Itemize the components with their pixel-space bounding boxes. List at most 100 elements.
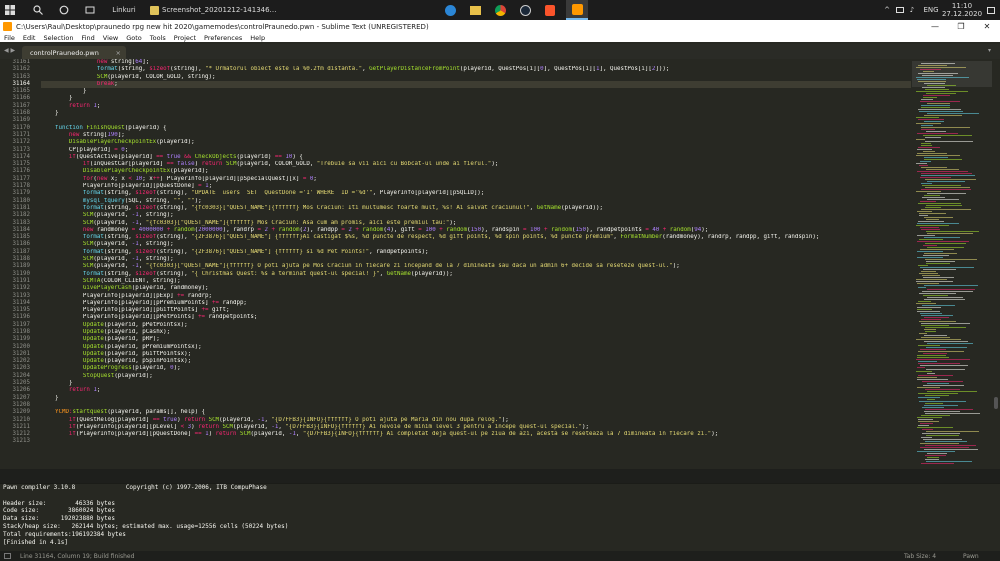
code-line[interactable]: Update(playerid, pCashx);: [41, 329, 911, 336]
code-line[interactable]: format(string, sizeof(string), "{2F3876}…: [41, 234, 911, 241]
code-line[interactable]: SCM(playerid, -1, "{fc0303}["QUEST_NAME"…: [41, 263, 911, 270]
code-line[interactable]: for(new x; x < 10; x++) PlayerInfo[playe…: [41, 176, 911, 183]
code-line[interactable]: function FinishQuest(playerid) {: [41, 125, 911, 132]
minimap-stroke: [917, 367, 925, 368]
code-line[interactable]: PlayerInfo[playerid][pGiftPoints] += gif…: [41, 307, 911, 314]
close-button[interactable]: ✕: [974, 20, 1000, 33]
code-line[interactable]: new string[64];: [41, 59, 911, 66]
code-line[interactable]: mysql_tquery(SQL, string, "", "");: [41, 198, 911, 205]
code-line[interactable]: Update(playerid, pRP);: [41, 336, 911, 343]
tab-dropdown-icon[interactable]: ▾: [988, 47, 991, 54]
code-line[interactable]: UpdateProgress(playerid, 0);: [41, 365, 911, 372]
menu-project[interactable]: Project: [170, 34, 200, 42]
code-line[interactable]: PlayerInfo[playerid][pPremiumPoints] += …: [41, 300, 911, 307]
taskbar-linkuri[interactable]: Linkuri: [104, 0, 144, 20]
taskbar-screenshot-window[interactable]: Screenshot_20201212-141346…: [150, 0, 280, 20]
code-token: , string);: [138, 256, 174, 263]
code-line[interactable]: [41, 117, 911, 124]
code-line[interactable]: format(string, sizeof(string), "{fc0303}…: [41, 205, 911, 212]
code-line[interactable]: format(string, sizeof(string), "{2F3876}…: [41, 249, 911, 256]
taskbar-edge[interactable]: [440, 0, 460, 20]
code-line[interactable]: format(string, sizeof(string), "UPDATE `…: [41, 190, 911, 197]
menu-find[interactable]: Find: [77, 34, 98, 42]
menu-selection[interactable]: Selection: [39, 34, 77, 42]
code-line[interactable]: StopQuest(playerid);: [41, 373, 911, 380]
tray-chevron[interactable]: ^: [882, 0, 892, 20]
code-line[interactable]: DisablePlayerCheckpointEx(playerid);: [41, 139, 911, 146]
code-line[interactable]: if(QuestRelog[playerid] == true) return …: [41, 417, 911, 424]
search-button[interactable]: [28, 0, 48, 20]
code-line[interactable]: [41, 438, 911, 445]
vertical-scrollbar[interactable]: [993, 59, 1000, 469]
start-button[interactable]: [0, 0, 20, 20]
code-line[interactable]: SCM(playerid, -1, string);: [41, 256, 911, 263]
code-line[interactable]: CP[playerid] = 0;: [41, 147, 911, 154]
tab-controlpraunedo[interactable]: controlPraunedo.pwn ×: [22, 46, 126, 59]
code-line[interactable]: }: [41, 95, 911, 102]
menu-tools[interactable]: Tools: [146, 34, 170, 42]
menu-file[interactable]: File: [0, 34, 19, 42]
code-line[interactable]: new string[190];: [41, 132, 911, 139]
status-syntax[interactable]: Pawn: [963, 553, 979, 560]
taskbar-sublime[interactable]: [566, 0, 588, 20]
code-line[interactable]: if(QuestActive[playerid] == true && Chec…: [41, 154, 911, 161]
code-editor[interactable]: 31161 31162 31163 31164 31165 31166 31167 31168…: [0, 59, 912, 469]
code-line[interactable]: }: [41, 110, 911, 117]
taskbar-brave[interactable]: [540, 0, 560, 20]
minimize-button[interactable]: —: [922, 20, 948, 33]
code-line[interactable]: if(PlayerInfo[playerid][pQuestDone] == 1…: [41, 431, 911, 438]
code-line[interactable]: Update(playerid, pGiftPointsx);: [41, 351, 911, 358]
code-line[interactable]: return 1;: [41, 103, 911, 110]
code-line[interactable]: PlayerInfo[playerid][pExp] += randrp;: [41, 293, 911, 300]
code-line[interactable]: YCMD:startquest(playerid, params[], help…: [41, 409, 911, 416]
code-line[interactable]: Update(playerid, pPetPointsx);: [41, 322, 911, 329]
task-view-button[interactable]: [80, 0, 100, 20]
code-line[interactable]: return 1;: [41, 387, 911, 394]
code-area[interactable]: new string[64]; format(string, sizeof(st…: [41, 59, 911, 469]
code-line[interactable]: break;: [41, 80, 911, 89]
tray-language[interactable]: ENG: [922, 0, 940, 20]
tray-network[interactable]: [895, 0, 905, 20]
minimap-stroke: [921, 175, 975, 176]
code-line[interactable]: }: [41, 380, 911, 387]
menu-help[interactable]: Help: [246, 34, 269, 42]
code-line[interactable]: SCMTA(COLOR_CLIENT, string);: [41, 278, 911, 285]
code-line[interactable]: PlayerInfo[playerid][pPetPoints] += rand…: [41, 314, 911, 321]
code-line[interactable]: new randmoney = 4000000 + random(2000000…: [41, 227, 911, 234]
code-line[interactable]: DisablePlayerCheckpointEx(playerid);: [41, 168, 911, 175]
code-line[interactable]: format(string, sizeof(string), "{ Christ…: [41, 271, 911, 278]
taskbar-explorer[interactable]: [465, 0, 485, 20]
menu-edit[interactable]: Edit: [19, 34, 40, 42]
code-line[interactable]: Update(playerid, pSpinPointsx);: [41, 358, 911, 365]
panel-toggle-icon[interactable]: [4, 553, 11, 559]
taskbar-chrome[interactable]: [490, 0, 510, 20]
code-line[interactable]: }: [41, 395, 911, 402]
minimap-stroke: [926, 461, 972, 462]
maximize-button[interactable]: ❐: [948, 20, 974, 33]
code-line[interactable]: SCM(playerid, -1, string);: [41, 212, 911, 219]
code-line[interactable]: if(InQuestCar[playerid] == false) return…: [41, 161, 911, 168]
taskbar-steam[interactable]: [515, 0, 535, 20]
menu-preferences[interactable]: Preferences: [200, 34, 246, 42]
tab-close-icon[interactable]: ×: [116, 49, 121, 57]
code-line[interactable]: [41, 402, 911, 409]
status-tabsize[interactable]: Tab Size: 4: [904, 553, 936, 560]
tray-volume[interactable]: ♪: [907, 0, 917, 20]
code-line[interactable]: format(string, sizeof(string), "* Urmato…: [41, 66, 911, 73]
code-line[interactable]: SCM(playerid, COLOR_GOLD, string);: [41, 74, 911, 81]
minimap[interactable]: [912, 59, 992, 469]
tray-notifications[interactable]: [984, 0, 998, 20]
tab-nav-arrows[interactable]: ◀ ▶: [4, 47, 15, 54]
code-line[interactable]: if(PlayerInfo[playerid][pLevel] < 3) ret…: [41, 424, 911, 431]
cortana-button[interactable]: [54, 0, 74, 20]
code-line[interactable]: Update(playerid, pPremiumPointsx);: [41, 344, 911, 351]
code-line[interactable]: SCM(playerid, -1, string);: [41, 241, 911, 248]
code-line[interactable]: SCM(playerid, -1, "{fc0303}["QUEST_NAME"…: [41, 220, 911, 227]
menu-view[interactable]: View: [99, 34, 122, 42]
tray-clock[interactable]: 11:10 27.12.2020: [942, 0, 982, 20]
menu-goto[interactable]: Goto: [122, 34, 146, 42]
code-line[interactable]: PlayerInfo[playerid][pQuestDone] = 1;: [41, 183, 911, 190]
code-line[interactable]: }: [41, 88, 911, 95]
scrollbar-thumb[interactable]: [994, 397, 998, 409]
code-line[interactable]: GivePlayerCash(playerid, randmoney);: [41, 285, 911, 292]
